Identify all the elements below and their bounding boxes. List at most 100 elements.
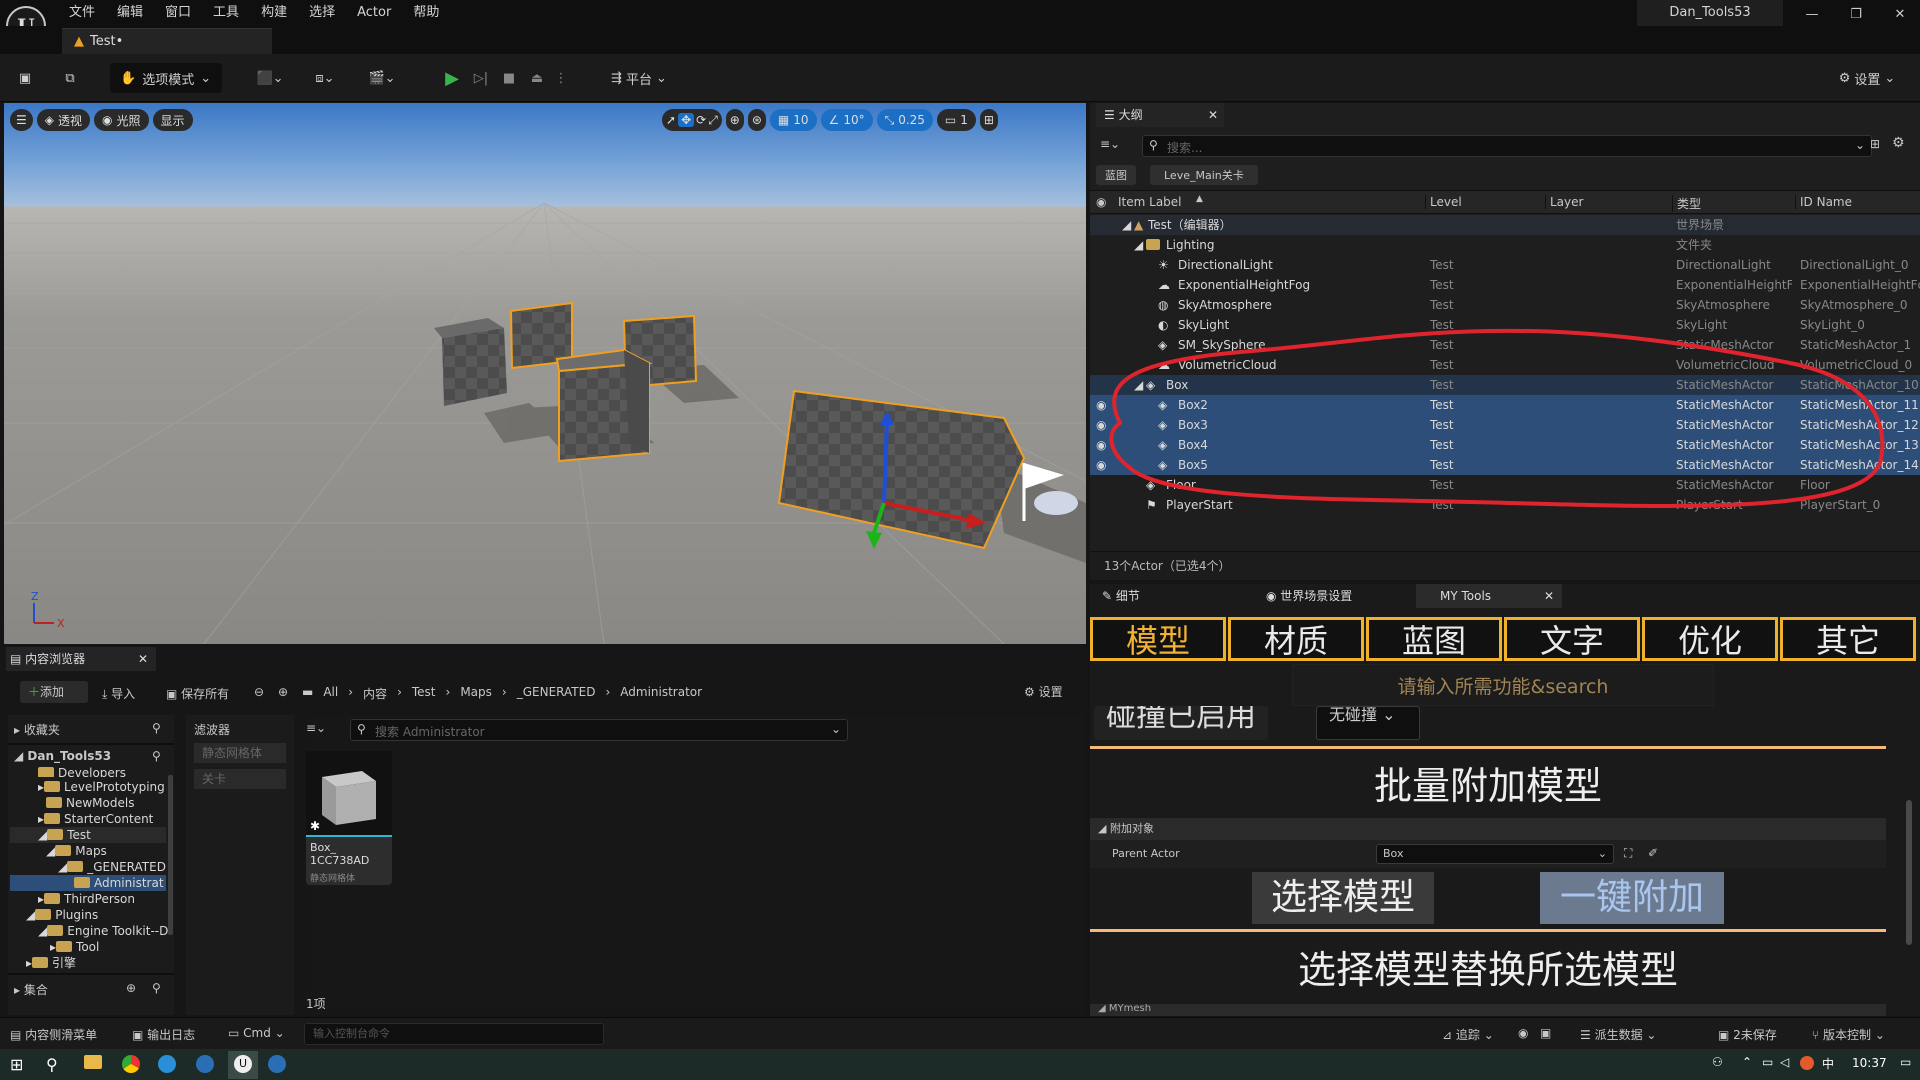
search-icon[interactable]: ⚲ — [152, 749, 161, 763]
box-1[interactable] — [434, 318, 507, 406]
tree-folder[interactable]: ◢ Engine Toolkit--D — [38, 923, 168, 939]
close-icon[interactable]: ✕ — [138, 647, 148, 671]
trace-button[interactable]: ⊿ 追踪 ⌄ — [1442, 1026, 1494, 1043]
forward-icon[interactable]: ⊕ — [278, 685, 288, 699]
crumb-generated[interactable]: _GENERATED — [517, 685, 596, 702]
record-icon[interactable]: ◉ — [1518, 1026, 1528, 1040]
close-icon[interactable]: ✕ — [1544, 584, 1554, 608]
category-model-button[interactable]: 模型 — [1090, 617, 1226, 661]
collision-dropdown[interactable]: 无碰撞 ⌄ — [1316, 706, 1420, 740]
root-folder[interactable]: ◢ Dan_Tools53 — [14, 749, 111, 763]
crumb-maps[interactable]: Maps — [460, 685, 492, 702]
eyedropper-icon[interactable]: ✐ — [1648, 846, 1658, 860]
level-viewport[interactable]: Z X ☰ ◈ 透视 ◉ 光照 显示 ➚ ✥ ⟳ ⤢ ⊕ ⊛ ▦ 10 ∠ 10° ⤡ 0… — [4, 103, 1086, 644]
browse-icon[interactable]: ⧉ — [58, 64, 82, 92]
camera-record-icon[interactable]: ▣ — [1540, 1026, 1551, 1040]
people-icon[interactable]: ⚇ — [1712, 1055, 1723, 1069]
output-log-button[interactable]: ▣ 输出日志 — [132, 1026, 195, 1043]
rotation-snap-button[interactable]: ∠ 10° — [820, 109, 873, 131]
eject-icon[interactable]: ⏏ — [526, 64, 548, 92]
tools-search-input[interactable]: 请输入所需功能&search — [1292, 664, 1714, 706]
search-icon[interactable]: ⚲ — [152, 981, 161, 995]
tray-app-icon[interactable] — [1800, 1056, 1814, 1070]
tree-scrollbar[interactable] — [168, 775, 173, 935]
tree-folder[interactable]: ▸ LevelPrototyping — [38, 779, 165, 795]
category-material-button[interactable]: 材质 — [1228, 617, 1364, 661]
tree-folder[interactable]: ▸ Tool — [50, 939, 99, 955]
import-button[interactable]: ⤓ 导入 — [102, 685, 135, 702]
volume-icon[interactable]: ◁ — [1780, 1055, 1789, 1069]
show-button[interactable]: 显示 — [152, 109, 193, 131]
tree-row-world[interactable]: ◢ ▲ Test（编辑器） 世界场景 — [1090, 215, 1920, 235]
tree-folder[interactable]: ▸ StarterContent — [38, 811, 153, 827]
save-icon[interactable]: ▣ — [14, 64, 36, 92]
unsaved-button[interactable]: ▣ 2未保存 — [1718, 1026, 1777, 1043]
details-scrollbar[interactable] — [1906, 800, 1912, 945]
app-icon[interactable] — [268, 1055, 286, 1073]
column-type[interactable]: 类型 — [1672, 195, 1701, 212]
select-model-button[interactable]: 选择模型 — [1252, 872, 1434, 924]
filter-icon[interactable]: ≡⌄ — [1100, 137, 1120, 151]
cinematics-button[interactable]: 🎬⌄ — [362, 64, 402, 92]
windows-start-icon[interactable]: ⊞ — [10, 1055, 23, 1074]
menu-build[interactable]: 构建 — [250, 3, 298, 23]
move-icon[interactable]: ✥ — [678, 113, 695, 127]
source-control-button[interactable]: ⑂ 版本控制 ⌄ — [1812, 1026, 1885, 1043]
tree-row[interactable]: ☀ DirectionalLight Test DirectionalLight Dir… — [1090, 255, 1920, 275]
explorer-icon[interactable] — [84, 1055, 102, 1069]
mymesh-section-header[interactable]: ◢ MYmesh — [1090, 1004, 1886, 1016]
add-actor-button[interactable]: ⬛⌄ — [250, 64, 290, 92]
outliner-search-input[interactable]: ⚲ 搜索... ⌄ — [1142, 135, 1872, 157]
mode-dropdown[interactable]: ✋ 选项模式 ⌄ — [110, 63, 222, 93]
my-tools-tab[interactable]: MY Tools ✕ — [1416, 584, 1562, 608]
eye-icon[interactable]: ◉ — [1096, 195, 1106, 209]
chrome-icon[interactable] — [122, 1055, 140, 1073]
viewport-menu-icon[interactable]: ☰ — [10, 109, 33, 131]
one-click-attach-button[interactable]: 一键附加 — [1540, 872, 1724, 924]
step-icon[interactable]: ▷| — [470, 64, 492, 92]
tree-folder[interactable]: NewModels — [46, 795, 134, 811]
play-icon[interactable]: ▶ — [440, 64, 464, 92]
layout-icon[interactable]: ⊞ — [979, 109, 998, 131]
menu-help[interactable]: 帮助 — [402, 3, 450, 23]
network-icon[interactable]: ▭ — [1762, 1055, 1773, 1069]
world-icon[interactable]: ⊕ — [725, 109, 744, 131]
tree-folder[interactable]: ◢ _GENERATED — [58, 859, 166, 875]
edge-icon[interactable] — [158, 1055, 176, 1073]
rotate-icon[interactable]: ⟳ — [696, 113, 706, 127]
scale-snap-button[interactable]: ⤡ 0.25 — [876, 109, 933, 131]
chevron-up-icon[interactable]: ⌃ — [1742, 1055, 1752, 1069]
category-other-button[interactable]: 其它 — [1780, 617, 1916, 661]
collections-header[interactable]: ▸ 集合 — [14, 981, 48, 998]
menu-select[interactable]: 选择 — [298, 3, 346, 23]
filter-level[interactable]: 关卡 — [194, 769, 286, 789]
tree-row[interactable]: ☁ ExponentialHeightFog Test ExponentialHeig… — [1090, 275, 1920, 295]
asset-filter-icon[interactable]: ≡⌄ — [306, 721, 326, 735]
outliner-tab[interactable]: ☰ 大纲 ✕ — [1096, 103, 1224, 127]
crumb-content[interactable]: 内容 — [363, 685, 387, 702]
crumb-administrator[interactable]: Administrator — [620, 685, 702, 702]
tree-row-lighting-folder[interactable]: ◢ Lighting 文件夹 — [1090, 235, 1920, 255]
details-tab[interactable]: ✎ 细节 — [1096, 584, 1246, 608]
box-4[interactable] — [555, 348, 653, 463]
parent-actor-dropdown[interactable]: Box ⌄ — [1376, 844, 1614, 864]
filter-tag-level[interactable]: Leve_Main关卡 — [1150, 165, 1258, 185]
asset-tile[interactable]: ✱ Box_ 1CC738AD 静态网格体 — [306, 751, 392, 885]
column-layer[interactable]: Layer — [1545, 195, 1583, 209]
app-icon[interactable] — [196, 1055, 214, 1073]
content-browser-tab[interactable]: ▤ 内容浏览器 ✕ — [6, 647, 156, 671]
column-item-label[interactable]: Item Label — [1118, 195, 1182, 209]
world-settings-tab[interactable]: ◉ 世界场景设置 — [1258, 584, 1408, 608]
add-folder-icon[interactable]: ⊞ — [1870, 137, 1880, 151]
clock[interactable]: 10:37 — [1852, 1056, 1887, 1070]
tree-folder[interactable]: Developers — [38, 767, 126, 777]
category-text-button[interactable]: 文字 — [1504, 617, 1640, 661]
scale-icon[interactable]: ⤢ — [708, 113, 718, 128]
surface-snap-icon[interactable]: ⊛ — [747, 109, 766, 131]
back-icon[interactable]: ⊖ — [254, 685, 264, 699]
console-input[interactable]: 输入控制台命令 — [304, 1023, 604, 1045]
cb-settings-button[interactable]: ⚙ 设置 — [1024, 683, 1063, 700]
filter-static-mesh[interactable]: 静态网格体 — [194, 743, 286, 763]
stop-icon[interactable]: ■ — [498, 64, 520, 92]
search-icon[interactable]: ⚲ — [152, 721, 161, 735]
